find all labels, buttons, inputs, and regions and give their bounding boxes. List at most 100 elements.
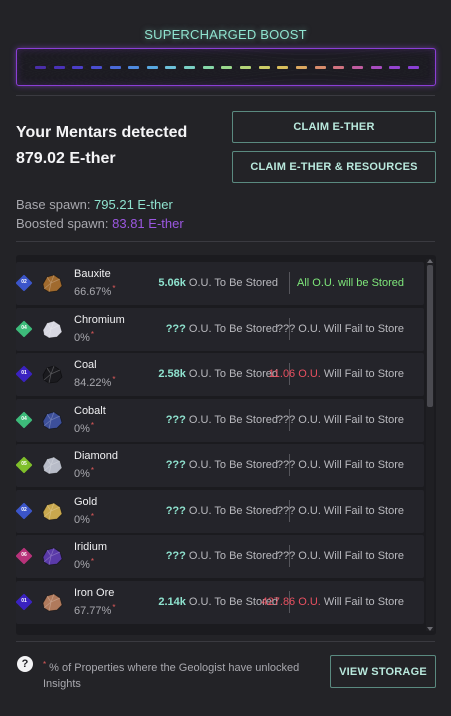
resource-percent: 84.22%*: [74, 375, 115, 389]
boost-dash: [351, 66, 363, 69]
resource-row-iron-ore[interactable]: 01 Iron Ore 67.77%* 2.14k O.U. To Be Sto…: [16, 580, 424, 624]
claim-ether-resources-button[interactable]: CLAIM E-THER & RESOURCES: [232, 151, 436, 183]
resource-name: Gold: [74, 495, 98, 508]
stored-number: ???: [165, 413, 186, 426]
divider: [16, 641, 435, 642]
boost-dash: [128, 66, 140, 69]
resource-row-coal[interactable]: 01 Coal 84.22%* 2.58k O.U. To Be Stored …: [16, 353, 424, 396]
fail-number: 427.86 O.U.: [261, 595, 321, 608]
boost-dash: [165, 66, 177, 69]
detected-title: Your Mentars detected: [16, 124, 188, 141]
stored-text: O.U. To Be Stored: [185, 504, 278, 517]
view-storage-button[interactable]: VIEW STORAGE: [330, 655, 436, 688]
stored-amount: 5.06k O.U. To Be Stored: [158, 277, 278, 289]
help-icon[interactable]: ?: [17, 656, 33, 672]
fail-text: All O.U. will be Stored: [297, 277, 404, 289]
resource-row-chromium[interactable]: 04 Chromium 0%* ??? O.U. To Be Stored ??…: [16, 307, 424, 351]
resource-percent-value: 0%: [74, 513, 90, 526]
resource-percent: 0%*: [74, 330, 94, 344]
resource-percent: 0%*: [74, 557, 94, 571]
coal-ore-icon: [42, 365, 63, 384]
resource-row-diamond[interactable]: 05 Diamond 0%* ??? O.U. To Be Stored ???…: [16, 444, 424, 487]
claim-ether-button[interactable]: CLAIM E-THER: [232, 111, 436, 143]
column-separator: [289, 272, 290, 294]
footnote-star: *: [90, 329, 95, 339]
scrollbar[interactable]: [426, 259, 434, 631]
resource-percent: 0%*: [74, 512, 94, 526]
boost-dash: [295, 66, 307, 69]
boost-dash: [407, 66, 419, 69]
diamond-ore-icon: [42, 456, 63, 475]
boost-dash: [202, 66, 214, 69]
boost-dash: [72, 66, 84, 69]
boost-dash: [90, 66, 102, 69]
fail-amount: ??? O.U. Will Fail to Store: [277, 550, 404, 562]
footnote-star: *: [90, 420, 95, 430]
fail-number: ???: [276, 504, 296, 517]
boosted-spawn-line: Boosted spawn: 83.81 E-ther: [16, 216, 184, 231]
fail-text: Will Fail to Store: [320, 368, 404, 380]
boost-dash: [389, 66, 401, 69]
stored-number: 5.06k: [158, 277, 186, 289]
base-spawn-label: Base spawn:: [16, 197, 95, 212]
fail-amount: ??? O.U. Will Fail to Store: [277, 323, 404, 335]
resource-row-cobalt[interactable]: 04 Cobalt 0%* ??? O.U. To Be Stored ??? …: [16, 398, 424, 442]
boost-dash: [314, 66, 326, 69]
boost-meter: [16, 48, 436, 86]
footnote-text: % of Properties where the Geologist have…: [43, 662, 300, 690]
stored-amount: ??? O.U. To Be Stored: [166, 505, 278, 517]
stored-amount: ??? O.U. To Be Stored: [166, 550, 278, 562]
boost-dash: [184, 66, 196, 69]
fail-text: Will Fail to Store: [320, 595, 404, 608]
fail-number: ???: [276, 413, 296, 426]
fail-number: ???: [276, 550, 296, 562]
tier-label: 04: [21, 324, 27, 331]
resource-percent: 66.67%*: [74, 284, 115, 298]
boosted-spawn-value: 83.81 E-ther: [112, 216, 184, 231]
resource-percent-value: 0%: [74, 331, 90, 344]
divider: [16, 241, 435, 242]
tier-label: 01: [21, 597, 27, 604]
resource-percent-value: 0%: [74, 559, 90, 571]
tier-label: 01: [21, 370, 27, 376]
boost-dash: [221, 66, 233, 69]
stored-text: O.U. To Be Stored: [185, 368, 278, 380]
fail-text: O.U. Will Fail to Store: [295, 413, 404, 426]
footnote-star: *: [112, 602, 116, 612]
stored-text: O.U. To Be Stored: [185, 550, 278, 562]
resource-name: Cobalt: [74, 404, 106, 417]
boosted-spawn-label: Boosted spawn:: [16, 216, 113, 231]
resource-percent: 67.77%*: [74, 603, 115, 617]
resource-name: Bauxite: [74, 268, 111, 280]
scrollbar-thumb[interactable]: [427, 265, 433, 407]
scroll-down-icon[interactable]: [427, 627, 433, 631]
fail-text: O.U. Will Fail to Store: [295, 459, 404, 471]
fail-amount: All O.U. will be Stored: [297, 277, 404, 289]
stored-amount: 2.14k O.U. To Be Stored: [158, 596, 278, 608]
footnote: * % of Properties where the Geologist ha…: [43, 657, 313, 692]
footnote-star: *: [90, 557, 95, 566]
cobalt-ore-icon: [42, 411, 63, 429]
boost-title: SUPERCHARGED BOOST: [144, 27, 307, 42]
fail-text: O.U. Will Fail to Store: [295, 550, 404, 562]
boost-dash: [109, 66, 121, 69]
detected-amount: 879.02 E-ther: [16, 150, 116, 167]
base-spawn-value: 795.21 E-ther: [94, 197, 173, 212]
boost-dash: [370, 66, 382, 69]
fail-text: O.U. Will Fail to Store: [295, 504, 404, 517]
stored-amount: 2.58k O.U. To Be Stored: [158, 368, 278, 380]
resource-list[interactable]: 02 Bauxite 66.67%* 5.06k O.U. To Be Stor…: [16, 255, 436, 635]
tier-label: 04: [21, 415, 27, 422]
resource-row-iridium[interactable]: 06 Iridium 0%* ??? O.U. To Be Stored ???…: [16, 535, 424, 578]
resource-row-bauxite[interactable]: 02 Bauxite 66.67%* 5.06k O.U. To Be Stor…: [16, 262, 424, 305]
resource-row-gold[interactable]: 02 Gold 0%* ??? O.U. To Be Stored ??? O.…: [16, 489, 424, 533]
boost-dash: [333, 66, 345, 69]
stored-number: ???: [165, 459, 186, 471]
resource-name: Iridium: [74, 541, 108, 553]
stored-text: O.U. To Be Stored: [185, 413, 278, 426]
boost-dash: [258, 66, 270, 69]
resource-name: Diamond: [74, 450, 119, 462]
fail-text: O.U. Will Fail to Store: [295, 322, 404, 335]
scroll-up-icon[interactable]: [427, 259, 433, 263]
stored-number: ???: [165, 550, 186, 562]
